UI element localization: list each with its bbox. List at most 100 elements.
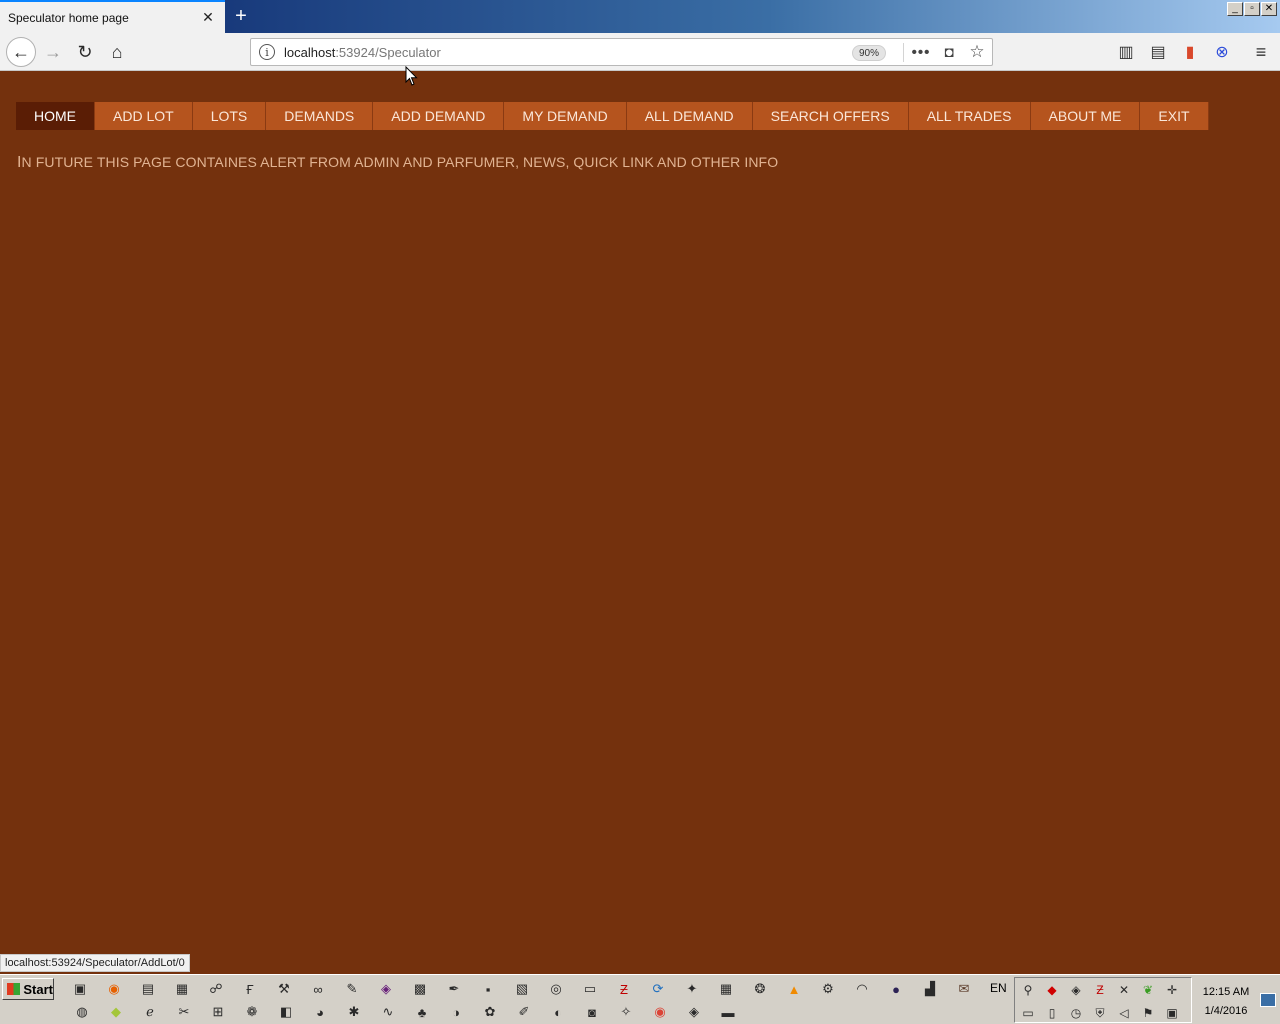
chart-icon[interactable]: ▟	[918, 979, 942, 999]
globe2-icon[interactable]: ◐	[546, 1002, 570, 1022]
vlc-icon[interactable]: ▲	[782, 979, 806, 999]
tray-network-icon[interactable]: ⚲	[1019, 981, 1037, 999]
lock-icon[interactable]: ◙	[580, 1002, 604, 1022]
maximize-button[interactable]: ▫	[1244, 2, 1260, 16]
shield-icon[interactable]: ◈	[682, 1002, 706, 1022]
tray-diamond-icon[interactable]: ◆	[1043, 981, 1061, 999]
tray-flag-icon[interactable]: ⚑	[1139, 1004, 1157, 1022]
url-bar[interactable]: i localhost:53924/Speculator 90% ••• ◘ ☆	[250, 38, 993, 66]
extension-2-icon[interactable]: ⊗	[1211, 41, 1233, 63]
pen-icon[interactable]: ✒	[442, 979, 466, 999]
visualstudio-icon[interactable]: ◈	[374, 979, 398, 999]
new-tab-button[interactable]: +	[229, 4, 253, 28]
python-icon[interactable]: ∿	[376, 1002, 400, 1022]
calendar-icon[interactable]: ▦	[714, 979, 738, 999]
fb-icon[interactable]: Ғ	[238, 979, 262, 999]
tool-icon[interactable]: ✂	[172, 1002, 196, 1022]
extension-icon[interactable]: ▮	[1179, 41, 1201, 63]
chrome-gear-icon[interactable]: ❁	[240, 1002, 264, 1022]
ie-icon[interactable]: ℯ	[138, 1002, 162, 1022]
android-icon[interactable]: ◆	[104, 1002, 128, 1022]
terminal-icon[interactable]: ▩	[408, 979, 432, 999]
menu-item-all-demand[interactable]: ALL DEMAND	[626, 102, 753, 130]
tray-monitor-icon[interactable]: ▭	[1019, 1004, 1037, 1022]
mail-icon[interactable]: ✉	[952, 979, 976, 999]
language-indicator[interactable]: EN	[990, 981, 1007, 995]
clock-date: 1/4/2016	[1204, 1005, 1248, 1017]
cmd-icon[interactable]: ▣	[68, 979, 92, 999]
gear-globe-icon[interactable]: ❂	[748, 979, 772, 999]
main-menu: HOME ADD LOT LOTS DEMANDS ADD DEMAND MY DEMAN…	[16, 102, 1209, 130]
tray-security-icon[interactable]: ⛨	[1091, 1004, 1109, 1022]
tray-shield-icon[interactable]: ◈	[1067, 981, 1085, 999]
disc-icon[interactable]: ◎	[544, 979, 568, 999]
tray-drive-icon[interactable]: ▯	[1043, 1004, 1061, 1022]
globe-icon[interactable]: ◕	[308, 1002, 332, 1022]
brush-icon[interactable]: ✐	[512, 1002, 536, 1022]
network-icon[interactable]: ☍	[204, 979, 228, 999]
filezilla-icon[interactable]: Ƶ	[612, 979, 636, 999]
menu-item-about-me[interactable]: ABOUT ME	[1030, 102, 1141, 130]
firefox-icon[interactable]: ◉	[102, 979, 126, 999]
earth-icon[interactable]: ◑	[444, 1002, 468, 1022]
tray-filezilla-icon[interactable]: Ƶ	[1091, 981, 1109, 999]
blender-icon[interactable]: ◍	[70, 1002, 94, 1022]
menu-item-demands[interactable]: DEMANDS	[266, 102, 374, 130]
sync-icon[interactable]: ⟳	[646, 979, 670, 999]
tray-clock-icon[interactable]: ◷	[1067, 1004, 1085, 1022]
menu-item-my-demand[interactable]: MY DEMAND	[504, 102, 627, 130]
paint-icon[interactable]: ✎	[340, 979, 364, 999]
menu-item-search-offers[interactable]: SEARCH OFFERS	[752, 102, 909, 130]
settings-icon[interactable]: ⚙	[816, 979, 840, 999]
menu-item-add-demand[interactable]: ADD DEMAND	[373, 102, 505, 130]
forward-button[interactable]: →	[38, 37, 68, 67]
tray-volume-icon[interactable]: ◁	[1115, 1004, 1133, 1022]
back-button[interactable]: ←	[6, 37, 36, 67]
dna-icon[interactable]: ✧	[614, 1002, 638, 1022]
infinity-icon[interactable]: ∞	[306, 979, 330, 999]
url-text[interactable]: localhost:53924/Speculator	[284, 45, 441, 60]
cube-icon[interactable]: ◧	[274, 1002, 298, 1022]
zoom-level-badge[interactable]: 90%	[852, 45, 887, 61]
menu-item-home[interactable]: HOME	[16, 102, 95, 130]
save-icon[interactable]: ▪	[476, 979, 500, 999]
network2-icon[interactable]: ⊞	[206, 1002, 230, 1022]
tools-icon[interactable]: ⚒	[272, 979, 296, 999]
headphones-icon[interactable]: ◠	[850, 979, 874, 999]
note-icon[interactable]: ▧	[510, 979, 534, 999]
tree-icon[interactable]: ♣	[410, 1002, 434, 1022]
menu-item-lots[interactable]: LOTS	[192, 102, 267, 130]
minimize-button[interactable]: _	[1227, 2, 1243, 16]
pocket-icon[interactable]: ◘	[938, 42, 960, 62]
library-icon[interactable]: ▥	[1115, 41, 1137, 63]
bug-icon[interactable]: ✱	[342, 1002, 366, 1022]
show-desktop-icon[interactable]	[1260, 993, 1276, 1007]
eclipse-icon[interactable]: ●	[884, 979, 908, 999]
green-icon[interactable]: ✿	[478, 1002, 502, 1022]
reload-button[interactable]: ↻	[70, 37, 100, 67]
window-icon[interactable]: ▭	[578, 979, 602, 999]
menu-item-exit[interactable]: EXIT	[1140, 102, 1209, 130]
chrome-icon[interactable]: ◉	[648, 1002, 672, 1022]
hamburger-menu-icon[interactable]: ≡	[1250, 41, 1272, 63]
satellite-icon[interactable]: ✦	[680, 979, 704, 999]
browser-tab-active[interactable]: Speculator home page ✕	[0, 0, 225, 33]
tab-close-icon[interactable]: ✕	[200, 9, 216, 25]
menu-item-all-trades[interactable]: ALL TRADES	[908, 102, 1031, 130]
page-actions-icon[interactable]: •••	[910, 42, 932, 62]
explorer-icon[interactable]: ▦	[170, 979, 194, 999]
start-button[interactable]: Start	[2, 978, 54, 1000]
taskbar-clock[interactable]: 12:15 AM 1/4/2016	[1196, 983, 1256, 1021]
folder-icon[interactable]: ▬	[716, 1002, 740, 1022]
tray-leaf-icon[interactable]: ❦	[1139, 981, 1157, 999]
bookmark-star-icon[interactable]: ☆	[966, 42, 988, 62]
home-button[interactable]: ⌂	[102, 37, 132, 67]
site-info-icon[interactable]: i	[259, 44, 275, 60]
sidebar-icon[interactable]: ▤	[1147, 41, 1169, 63]
tray-sword-icon[interactable]: ✕	[1115, 981, 1133, 999]
close-window-button[interactable]: ✕	[1261, 2, 1277, 16]
notepad-icon[interactable]: ▤	[136, 979, 160, 999]
tray-display-icon[interactable]: ▣	[1163, 1004, 1181, 1022]
tray-compass-icon[interactable]: ✛	[1163, 981, 1181, 999]
menu-item-add-lot[interactable]: ADD LOT	[95, 102, 193, 130]
